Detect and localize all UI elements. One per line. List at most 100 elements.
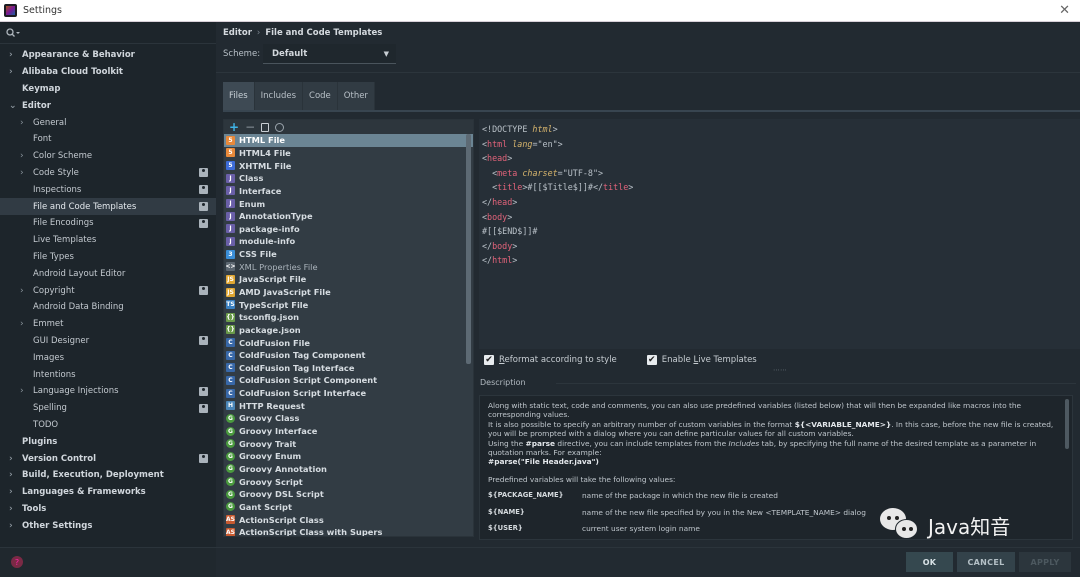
description-scrollbar[interactable] (1065, 399, 1069, 449)
template-list-item[interactable]: {} package.json (224, 324, 473, 337)
sidebar-item-file-and-code-templates[interactable]: File and Code Templates (0, 198, 216, 215)
template-list-item[interactable]: JS JavaScript File (224, 273, 473, 286)
template-list-item[interactable]: AS ActionScript Class (224, 513, 473, 526)
template-list-item[interactable]: J Interface (224, 185, 473, 198)
copy-template-button[interactable] (261, 122, 270, 132)
template-list-item[interactable]: 5 HTML File (224, 134, 473, 147)
chevron-right-icon[interactable]: › (9, 487, 13, 497)
template-list-item[interactable]: C ColdFusion Tag Interface (224, 362, 473, 375)
scheme-dropdown[interactable]: Default ▼ (263, 44, 396, 64)
sidebar-item-inspections[interactable]: Inspections (0, 181, 216, 198)
template-list-item[interactable]: C ColdFusion Script Interface (224, 387, 473, 400)
chevron-right-icon[interactable]: › (9, 470, 13, 480)
tab-files[interactable]: Files (223, 82, 254, 110)
sidebar-item-appearance-behavior[interactable]: › Appearance & Behavior (0, 47, 216, 64)
template-list-item[interactable]: G Gant Script (224, 501, 473, 514)
sidebar-item-spelling[interactable]: Spelling (0, 400, 216, 417)
add-template-button[interactable]: + (229, 120, 239, 134)
sidebar-item-emmet[interactable]: › Emmet (0, 316, 216, 333)
template-editor[interactable]: <!DOCTYPE html> <html lang="en"> <head> <m… (479, 119, 1080, 349)
template-list-item[interactable]: J AnnotationType (224, 210, 473, 223)
template-list-item[interactable]: Jpackage-info (224, 222, 473, 235)
chevron-right-icon[interactable]: › (20, 151, 24, 161)
close-icon[interactable]: ✕ (1059, 3, 1070, 18)
template-list-item[interactable]: G Groovy Annotation (224, 463, 473, 476)
chevron-right-icon[interactable]: › (9, 521, 13, 531)
template-list-item[interactable]: G Groovy Enum (224, 450, 473, 463)
chevron-right-icon[interactable]: › (20, 386, 24, 396)
ok-button[interactable]: OK (906, 552, 953, 572)
sidebar-item-color-scheme[interactable]: › Color Scheme (0, 148, 216, 165)
template-list-item[interactable]: <> XML Properties File (224, 260, 473, 273)
sidebar-item-general[interactable]: › General (0, 114, 216, 131)
template-list-item[interactable]: {} tsconfig.json (224, 311, 473, 324)
chevron-right-icon[interactable]: › (9, 50, 13, 60)
sidebar-item-other-settings[interactable]: › Other Settings (0, 517, 216, 534)
sidebar-item-gui-designer[interactable]: GUI Designer (0, 333, 216, 350)
help-icon[interactable]: ? (11, 556, 23, 568)
checkbox-checked-icon[interactable]: ✔ (484, 355, 494, 365)
template-list-item[interactable]: JS AMD JavaScript File (224, 286, 473, 299)
template-list-item[interactable]: 3 CSS File (224, 248, 473, 261)
sidebar-item-tools[interactable]: › Tools (0, 501, 216, 518)
list-scrollbar[interactable] (466, 134, 471, 364)
sidebar-item-alibaba-cloud-toolkit[interactable]: › Alibaba Cloud Toolkit (0, 64, 216, 81)
settings-search[interactable] (0, 22, 216, 44)
sidebar-item-intentions[interactable]: Intentions (0, 366, 216, 383)
remove-template-button[interactable]: − (245, 120, 255, 134)
chevron-right-icon[interactable]: › (9, 454, 13, 464)
template-list-item[interactable]: AS ActionScript Class with Supers (224, 526, 473, 536)
apply-button[interactable]: APPLY (1019, 552, 1071, 572)
template-list-item[interactable]: J Enum (224, 197, 473, 210)
sidebar-item-todo[interactable]: TODO (0, 417, 216, 434)
reformat-checkbox[interactable]: ✔ Reformat according to style (484, 355, 617, 365)
template-list-item[interactable]: 5 XHTML File (224, 159, 473, 172)
template-list-item[interactable]: J Class (224, 172, 473, 185)
sidebar-item-android-data-binding[interactable]: Android Data Binding (0, 299, 216, 316)
sidebar-item-file-types[interactable]: File Types (0, 249, 216, 266)
template-list-item[interactable]: C ColdFusion File (224, 336, 473, 349)
chevron-right-icon[interactable]: › (9, 504, 13, 514)
chevron-right-icon[interactable]: › (20, 118, 24, 128)
template-list-item[interactable]: G Groovy Interface (224, 425, 473, 438)
sidebar-item-android-layout-editor[interactable]: Android Layout Editor (0, 265, 216, 282)
tab-includes[interactable]: Includes (254, 82, 303, 110)
chevron-right-icon[interactable]: › (20, 168, 24, 178)
sidebar-item-copyright[interactable]: › Copyright (0, 282, 216, 299)
tab-other[interactable]: Other (337, 82, 374, 110)
sidebar-item-language-injections[interactable]: › Language Injections (0, 383, 216, 400)
sidebar-item-editor[interactable]: ⌄ Editor (0, 97, 216, 114)
sidebar-item-file-encodings[interactable]: File Encodings (0, 215, 216, 232)
sidebar-item-code-style[interactable]: › Code Style (0, 165, 216, 182)
template-list-item[interactable]: G Groovy DSL Script (224, 488, 473, 501)
sidebar-item-font[interactable]: Font (0, 131, 216, 148)
template-list-item[interactable]: Jmodule-info (224, 235, 473, 248)
template-list-item[interactable]: H HTTP Request (224, 399, 473, 412)
sidebar-item-keymap[interactable]: Keymap (0, 81, 216, 98)
template-list-item[interactable]: 5 HTML4 File (224, 147, 473, 160)
template-list-item[interactable]: C ColdFusion Script Component (224, 374, 473, 387)
chevron-right-icon[interactable]: › (20, 319, 24, 329)
sidebar-item-version-control[interactable]: › Version Control (0, 450, 216, 467)
splitter-grip-icon[interactable]: ⋯⋯ (773, 366, 787, 374)
template-list-item[interactable]: C ColdFusion Tag Component (224, 349, 473, 362)
cancel-button[interactable]: CANCEL (957, 552, 1015, 572)
sidebar-item-plugins[interactable]: Plugins (0, 433, 216, 450)
template-list-item[interactable]: G Groovy Class (224, 412, 473, 425)
checkbox-checked-icon[interactable]: ✔ (646, 355, 657, 365)
template-list-item[interactable]: G Groovy Trait (224, 437, 473, 450)
breadcrumb-parent[interactable]: Editor (223, 28, 252, 38)
sidebar-item-live-templates[interactable]: Live Templates (0, 232, 216, 249)
live-templates-checkbox[interactable]: ✔ Enable Live Templates (646, 355, 757, 365)
sidebar-item-build-execution-deployment[interactable]: › Build, Execution, Deployment (0, 467, 216, 484)
template-list-item[interactable]: G Groovy Script (224, 475, 473, 488)
sidebar-item-languages-frameworks[interactable]: › Languages & Frameworks (0, 484, 216, 501)
chevron-right-icon[interactable]: › (20, 286, 24, 296)
chevron-right-icon[interactable]: › (9, 67, 13, 77)
reset-template-button[interactable] (275, 122, 285, 132)
template-list-item[interactable]: TS TypeScript File (224, 298, 473, 311)
sidebar-item-images[interactable]: Images (0, 349, 216, 366)
code-content[interactable]: <!DOCTYPE html> <html lang="en"> <head> <m… (479, 119, 1080, 268)
chevron-down-icon[interactable]: ⌄ (9, 101, 17, 111)
tab-code[interactable]: Code (303, 82, 337, 110)
